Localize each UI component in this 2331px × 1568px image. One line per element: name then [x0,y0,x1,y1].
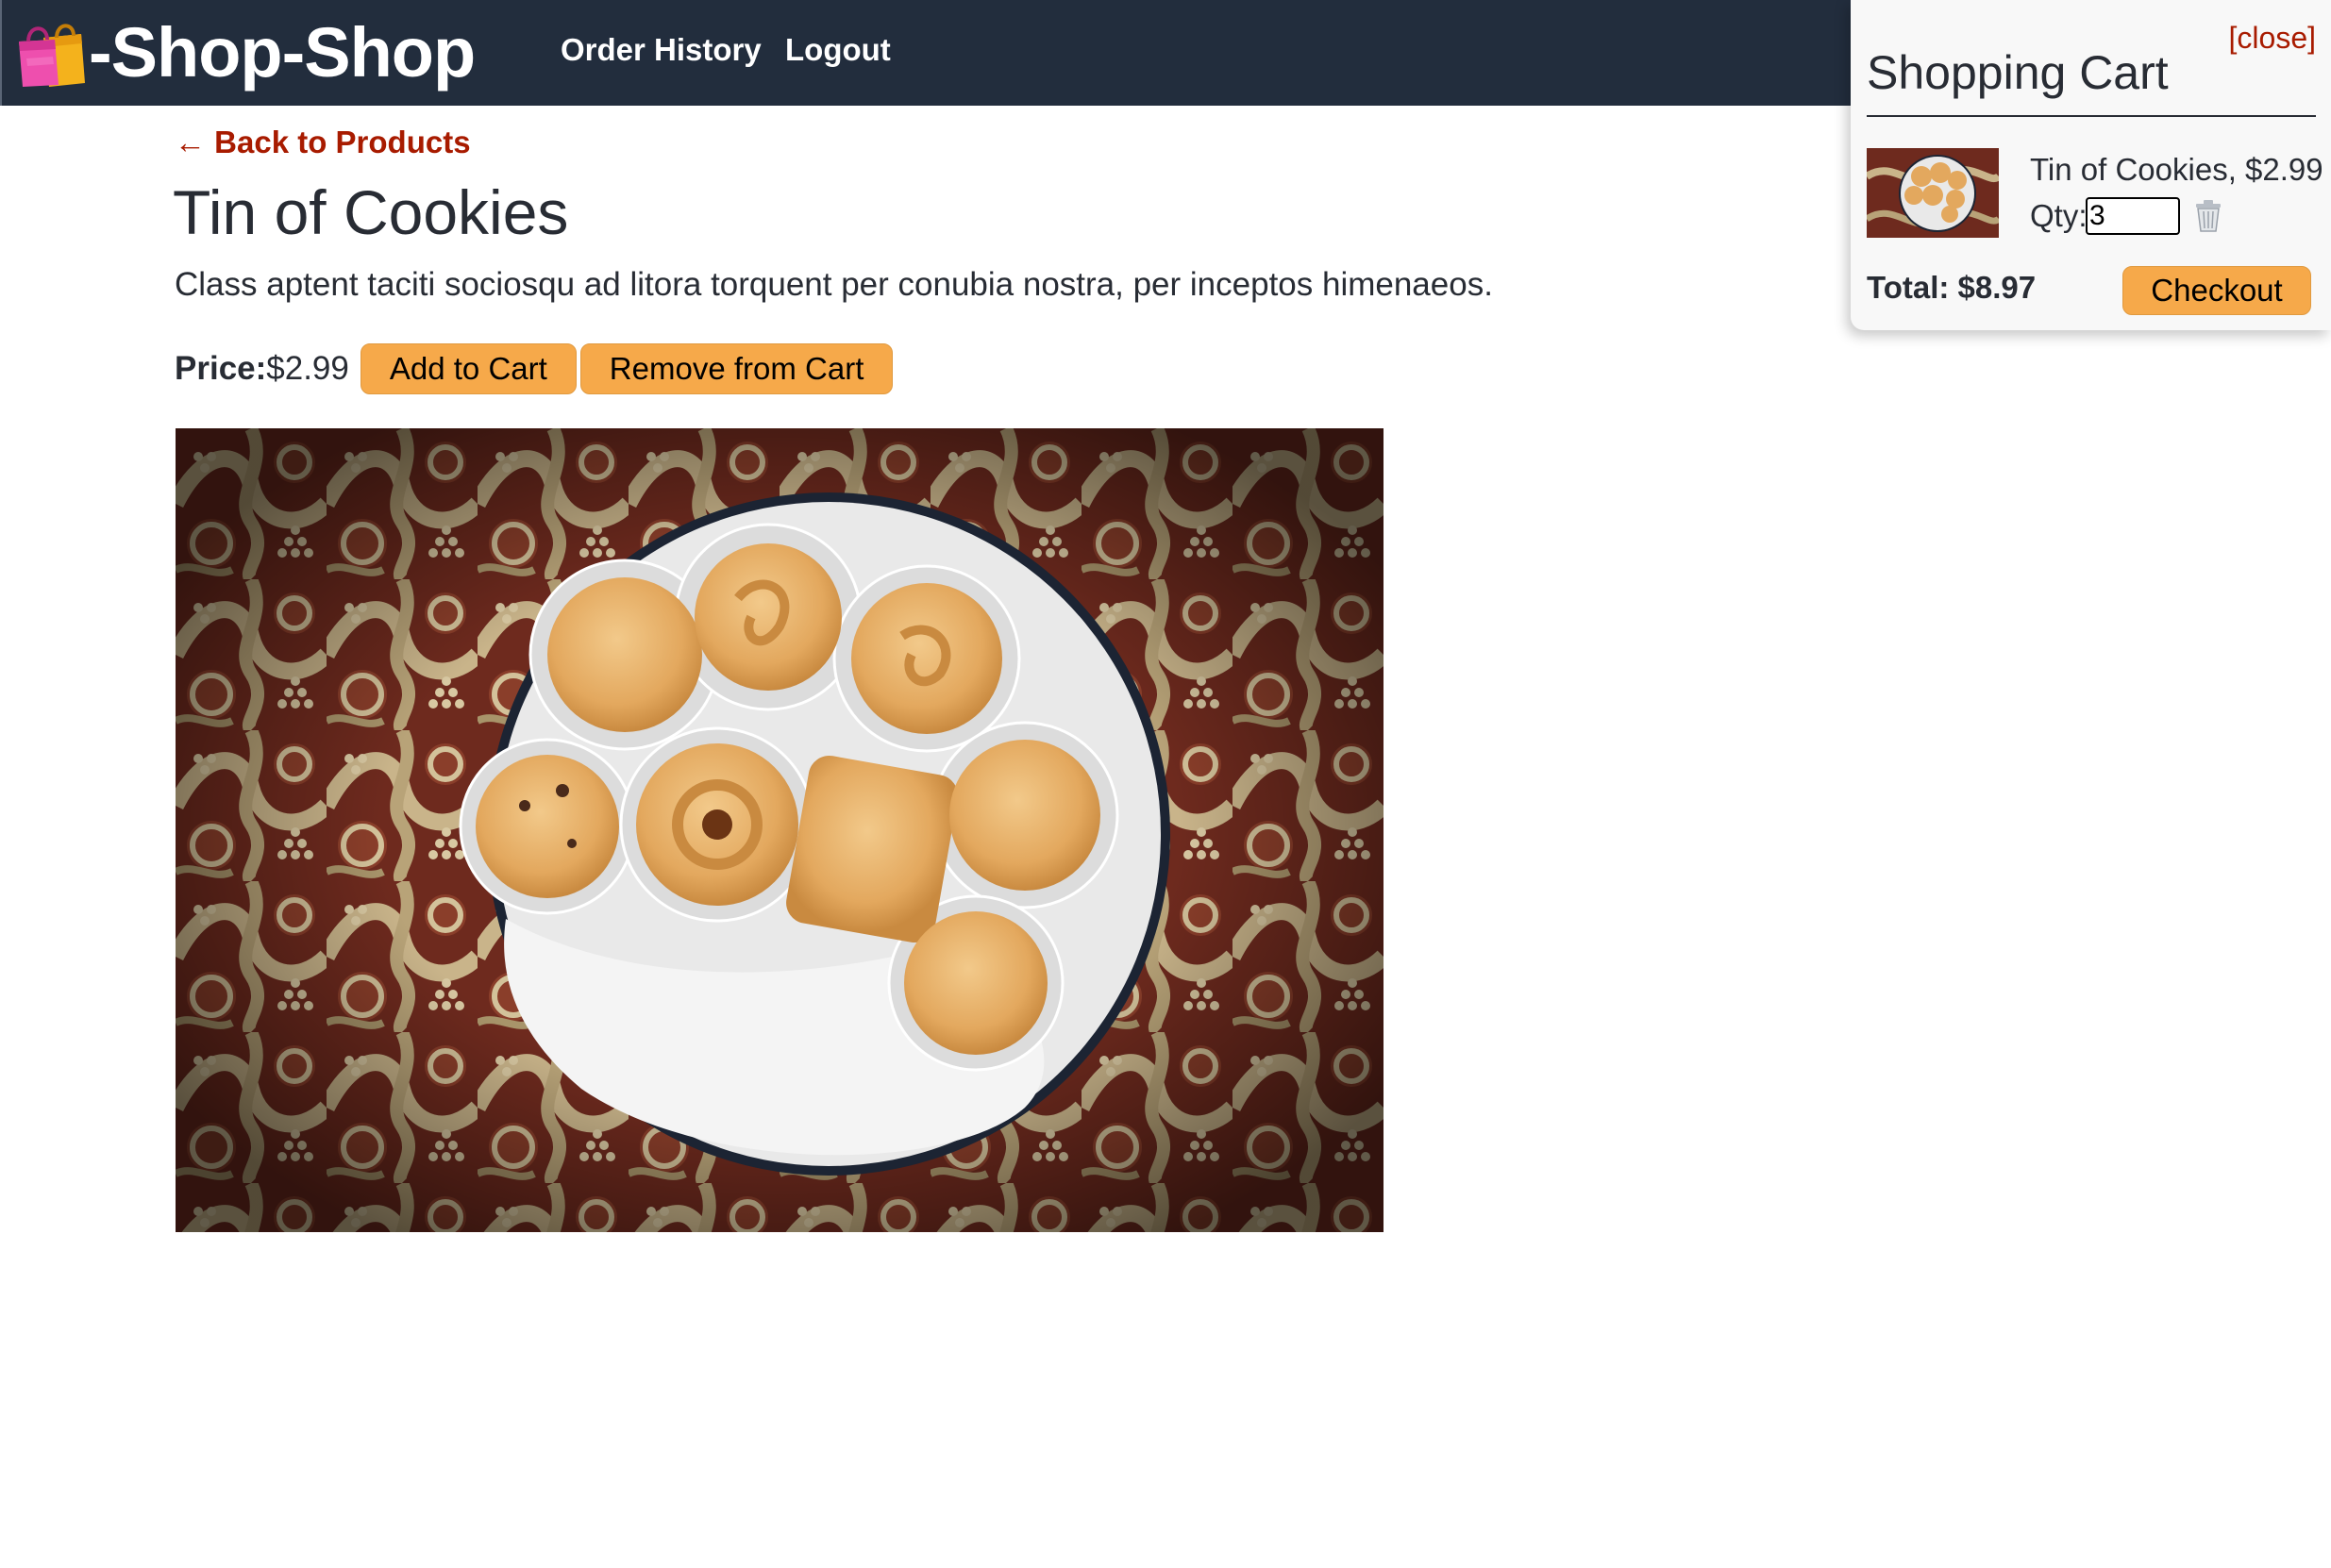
remove-from-cart-button[interactable]: Remove from Cart [579,343,894,394]
cart-total: Total: $8.97 [1867,270,2037,305]
price-value: $2.99 [266,350,349,387]
cart-close-link[interactable]: [close] [2229,20,2316,56]
cart-item-name-price: Tin of Cookies, $2.99 [2030,152,2323,187]
nav-order-history-link[interactable]: Order History [561,31,762,69]
brand-home-link[interactable]: -Shop-Shop [15,8,476,98]
cart-divider [1867,115,2316,117]
cart-item-qty-input[interactable] [2086,197,2180,235]
back-to-products-link[interactable]: ← Back to Products [175,124,471,161]
product-description: Class aptent taciti sociosqu ad litora t… [175,266,1493,303]
product-image [176,428,1384,1232]
product-title: Tin of Cookies [173,177,569,247]
brand-name: -Shop-Shop [89,13,476,92]
cart-title: Shopping Cart [1867,46,2169,99]
trash-icon[interactable] [2193,199,2223,233]
shopping-bags-icon [19,24,85,87]
cookie-tin-photo [176,428,1384,1232]
price-label: Price: [175,350,267,387]
cart-item-qty-label: Qty: [2030,198,2088,233]
price-row: Price: $2.99 Add to Cart Remove from Car… [175,343,897,394]
checkout-button[interactable]: Checkout [2122,266,2311,315]
add-to-cart-button[interactable]: Add to Cart [360,343,577,394]
nav-logout-link[interactable]: Logout [785,31,891,69]
shopping-cart-panel: [close] Shopping Cart Tin of Cookies, $2… [1851,0,2331,330]
cart-item-thumbnail [1867,148,1999,238]
